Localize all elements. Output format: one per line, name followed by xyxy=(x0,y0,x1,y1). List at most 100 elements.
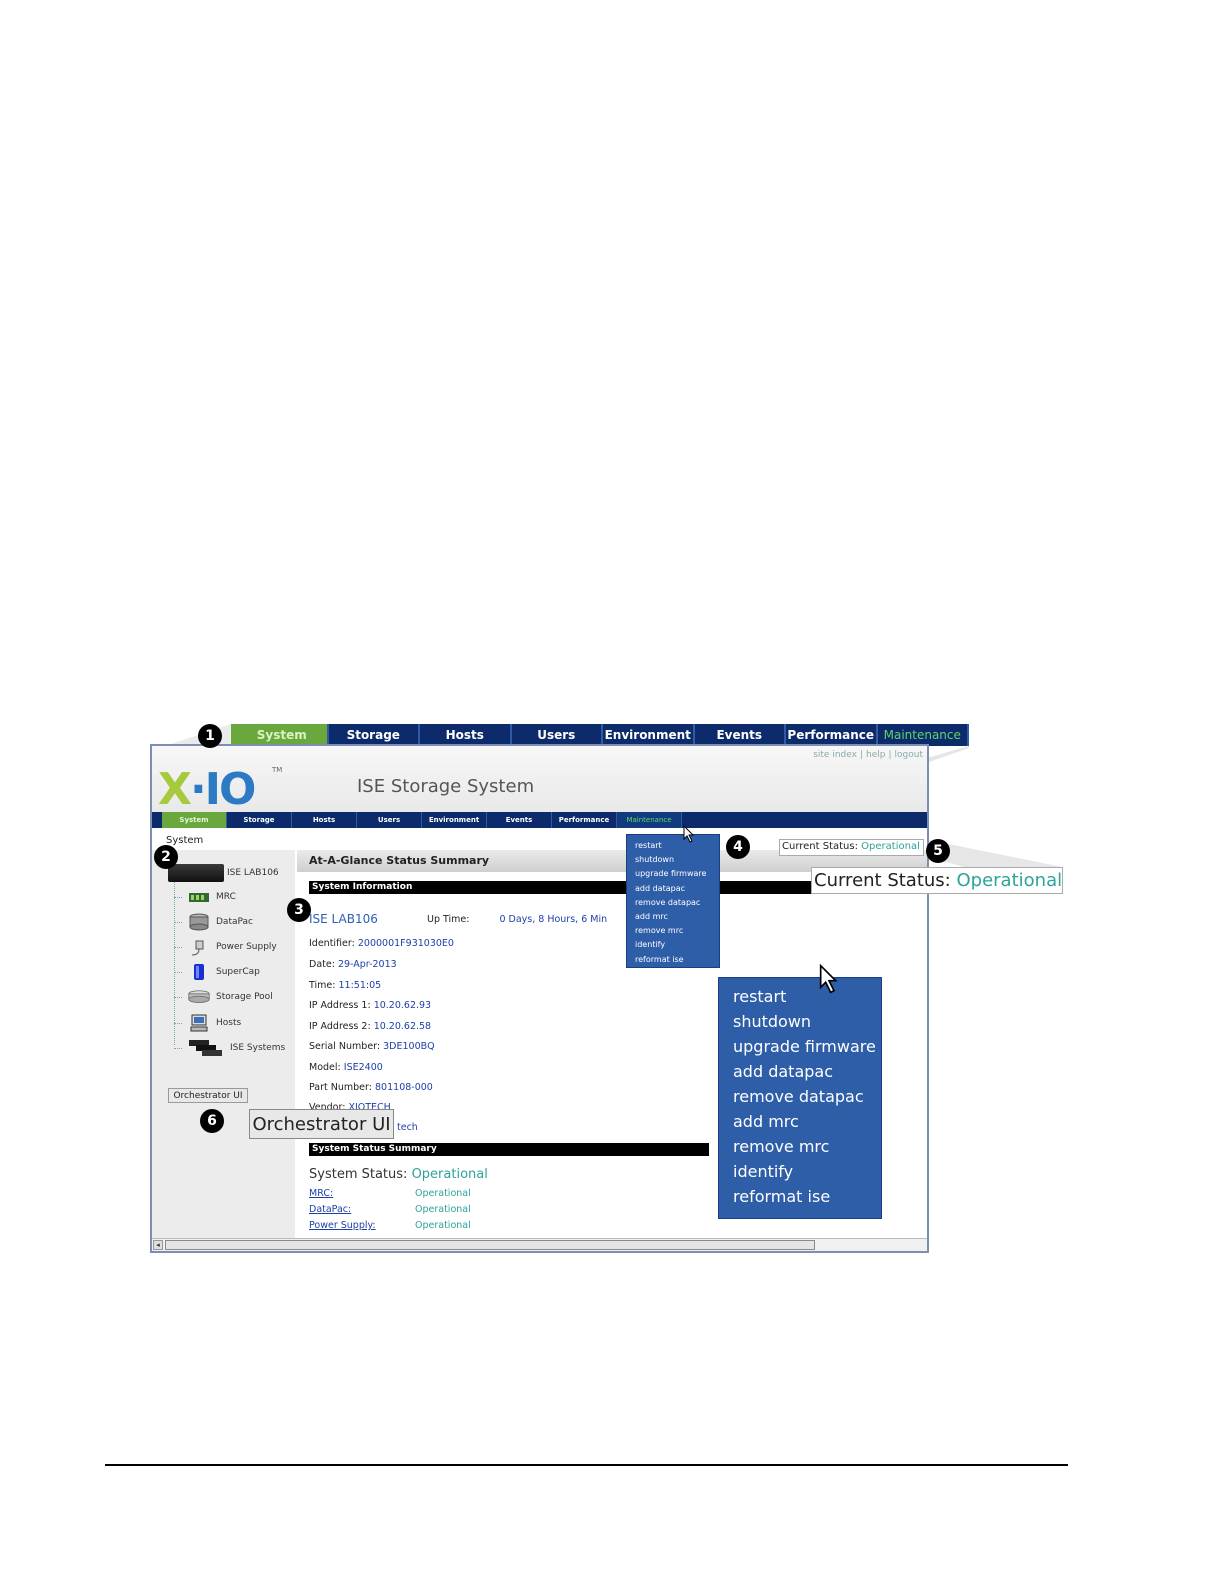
maintenance-menu-enlarged: restart shutdown upgrade firmware add da… xyxy=(718,977,882,1219)
info-row-date: Date: 29-Apr-2013 xyxy=(309,959,397,970)
tree-item-ise-systems[interactable]: ISE Systems xyxy=(174,1039,285,1057)
callout-4: 4 xyxy=(726,835,750,859)
nav-tab-environment[interactable]: Environment xyxy=(603,724,695,746)
mouse-cursor-icon xyxy=(819,964,838,994)
menu-item-upgrade-firmware[interactable]: upgrade firmware xyxy=(733,1034,876,1059)
menu-item-add-datapac[interactable]: add datapac xyxy=(733,1059,867,1084)
system-status: System Status: Operational xyxy=(309,1167,488,1182)
page-footer-rule xyxy=(105,1464,1068,1466)
menu-item-add-mrc[interactable]: add mrc xyxy=(733,1109,867,1134)
ise-device-icon[interactable] xyxy=(168,864,224,882)
callout-5: 5 xyxy=(926,839,950,863)
menu-item-remove-mrc[interactable]: remove mrc xyxy=(635,924,711,938)
help-link[interactable]: help xyxy=(866,750,885,760)
nav-tab-users[interactable]: Users xyxy=(512,724,603,746)
menu-item-remove-datapac[interactable]: remove datapac xyxy=(635,896,711,910)
menu-item-add-datapac[interactable]: add datapac xyxy=(635,882,711,896)
status-row-datapac: DataPac: Operational xyxy=(309,1204,471,1215)
uptime-row: Up Time: 0 Days, 8 Hours, 6 Min xyxy=(427,914,608,925)
info-row-ip1: IP Address 1: 10.20.62.93 xyxy=(309,1000,432,1011)
system-name: ISE LAB106 xyxy=(309,912,378,926)
header-links: site index | help | logout xyxy=(813,750,923,760)
nav-tab-system[interactable]: System xyxy=(237,724,329,746)
current-status-enlarged: Current Status: Operational xyxy=(811,867,1063,894)
nav-tab-events[interactable]: Events xyxy=(695,724,786,746)
nav-tab-maintenance[interactable]: Maintenance xyxy=(878,724,969,746)
menu-item-identify[interactable]: identify xyxy=(733,1159,867,1184)
nav-tab-hosts[interactable]: Hosts xyxy=(420,724,512,746)
info-row-part-number: Part Number: 801108-000 xyxy=(309,1082,433,1093)
callout-3: 3 xyxy=(287,898,311,922)
horizontal-scrollbar[interactable]: ◂ xyxy=(152,1238,927,1251)
tree-item-datapac[interactable]: DataPac xyxy=(174,913,253,931)
scroll-left-icon[interactable]: ◂ xyxy=(153,1240,163,1250)
orchestrator-ui-button-enlarged[interactable]: Orchestrator UI xyxy=(249,1109,394,1139)
system-information-bar: System Information xyxy=(309,881,814,894)
datapac-link[interactable]: DataPac: xyxy=(309,1204,415,1215)
status-row-power-supply: Power Supply: Operational xyxy=(309,1220,471,1231)
maintenance-menu: restart shutdown upgrade firmware add da… xyxy=(626,834,720,968)
tree-item-hosts[interactable]: Hosts xyxy=(174,1014,241,1032)
system-status-summary-bar: System Status Summary xyxy=(309,1143,709,1156)
header: X·IO TM ISE Storage System site index | h… xyxy=(152,746,927,815)
top-nav-enlarged: System Storage Hosts Users Environment E… xyxy=(231,724,969,746)
tree-item-storage-pool[interactable]: Storage Pool xyxy=(174,988,273,1006)
menu-item-upgrade-firmware[interactable]: upgrade firmware xyxy=(635,867,711,881)
nav-tab-storage[interactable]: Storage xyxy=(227,812,292,828)
info-row-serial: Serial Number: 3DE100BQ xyxy=(309,1041,435,1052)
info-row-identifier: Identifier: 2000001F931030E0 xyxy=(309,938,454,949)
info-row-partial: tech xyxy=(397,1122,418,1133)
menu-item-identify[interactable]: identify xyxy=(635,938,711,952)
current-status: Current Status: Operational xyxy=(779,839,924,856)
orchestrator-ui-button[interactable]: Orchestrator UI xyxy=(168,1088,248,1103)
menu-item-reformat-ise[interactable]: reformat ise xyxy=(635,953,711,967)
callout-6: 6 xyxy=(200,1109,224,1133)
nav-tab-system[interactable]: System xyxy=(162,812,227,828)
info-row-ip2: IP Address 2: 10.20.62.58 xyxy=(309,1021,432,1032)
menu-item-shutdown[interactable]: shutdown xyxy=(635,853,711,867)
ise-systems-icon xyxy=(189,1040,222,1056)
menu-item-add-mrc[interactable]: add mrc xyxy=(635,910,711,924)
supercap-icon xyxy=(194,964,204,980)
top-nav: System Storage Hosts Users Environment E… xyxy=(152,812,927,828)
site-index-link[interactable]: site index xyxy=(813,750,857,760)
tree-item-mrc[interactable]: MRC xyxy=(174,888,236,906)
mrc-icon xyxy=(189,893,209,902)
nav-tab-maintenance[interactable]: Maintenance xyxy=(617,812,682,828)
mouse-cursor-icon xyxy=(683,825,695,843)
nav-tab-environment[interactable]: Environment xyxy=(422,812,487,828)
scroll-thumb[interactable] xyxy=(165,1240,815,1250)
host-computer-icon xyxy=(190,1014,208,1032)
nav-tab-performance[interactable]: Performance xyxy=(786,724,878,746)
menu-item-remove-datapac[interactable]: remove datapac xyxy=(733,1084,867,1109)
nav-tab-users[interactable]: Users xyxy=(357,812,422,828)
menu-item-remove-mrc[interactable]: remove mrc xyxy=(733,1134,867,1159)
power-supply-link[interactable]: Power Supply: xyxy=(309,1220,415,1231)
menu-item-restart[interactable]: restart xyxy=(635,839,711,853)
nav-tab-performance[interactable]: Performance xyxy=(552,812,617,828)
info-row-model: Model: ISE2400 xyxy=(309,1062,383,1073)
mrc-link[interactable]: MRC: xyxy=(309,1188,415,1199)
logout-link[interactable]: logout xyxy=(895,750,923,760)
tree-item-supercap[interactable]: SuperCap xyxy=(174,963,260,981)
nav-tab-events[interactable]: Events xyxy=(487,812,552,828)
info-row-time: Time: 11:51:05 xyxy=(309,980,382,991)
menu-item-restart[interactable]: restart xyxy=(733,984,867,1009)
menu-item-shutdown[interactable]: shutdown xyxy=(733,1009,867,1034)
status-row-mrc: MRC: Operational xyxy=(309,1188,471,1199)
callout-1: 1 xyxy=(198,724,222,748)
power-plug-icon xyxy=(191,940,204,956)
nav-tab-hosts[interactable]: Hosts xyxy=(292,812,357,828)
app-title: ISE Storage System xyxy=(357,776,535,797)
menu-item-reformat-ise[interactable]: reformat ise xyxy=(733,1184,867,1209)
xio-logo: X·IO TM xyxy=(158,764,283,815)
breadcrumb: System xyxy=(166,835,204,846)
datapac-icon xyxy=(189,913,209,931)
tree-item-power-supply[interactable]: Power Supply xyxy=(174,938,277,956)
storage-pool-icon xyxy=(188,990,210,1003)
link-separator: | xyxy=(888,750,892,760)
callout-2: 2 xyxy=(154,845,178,869)
nav-tab-storage[interactable]: Storage xyxy=(329,724,420,746)
link-separator: | xyxy=(859,750,864,760)
tree-root-label[interactable]: ISE LAB106 xyxy=(227,868,279,878)
